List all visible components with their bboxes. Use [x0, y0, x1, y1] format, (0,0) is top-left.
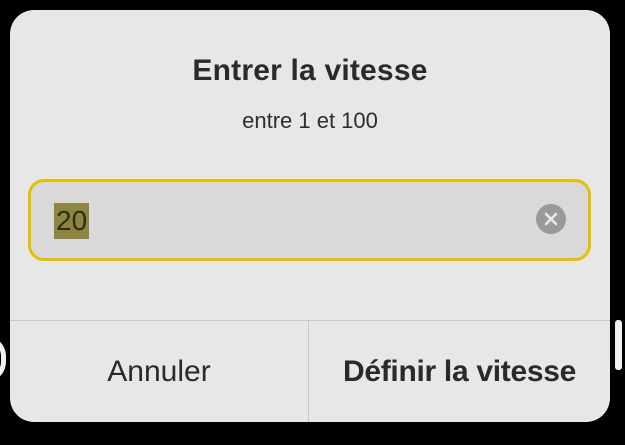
speed-input-value[interactable]: 20	[54, 203, 90, 239]
set-speed-button[interactable]: Définir la vitesse	[309, 321, 610, 422]
clear-icon	[544, 212, 558, 226]
background-glyph	[615, 320, 622, 370]
dialog-subtitle: entre 1 et 100	[242, 108, 378, 133]
cancel-button[interactable]: Annuler	[10, 321, 308, 422]
dialog-title: Entrer la vitesse	[192, 54, 428, 87]
screen: Entrer la vitesse entre 1 et 100 20 Annu…	[0, 0, 625, 445]
speed-input[interactable]: 20	[28, 179, 591, 261]
background-glyph	[0, 336, 6, 382]
clear-input-button[interactable]	[536, 204, 566, 234]
speed-dialog: Entrer la vitesse entre 1 et 100 20 Annu…	[10, 10, 610, 422]
